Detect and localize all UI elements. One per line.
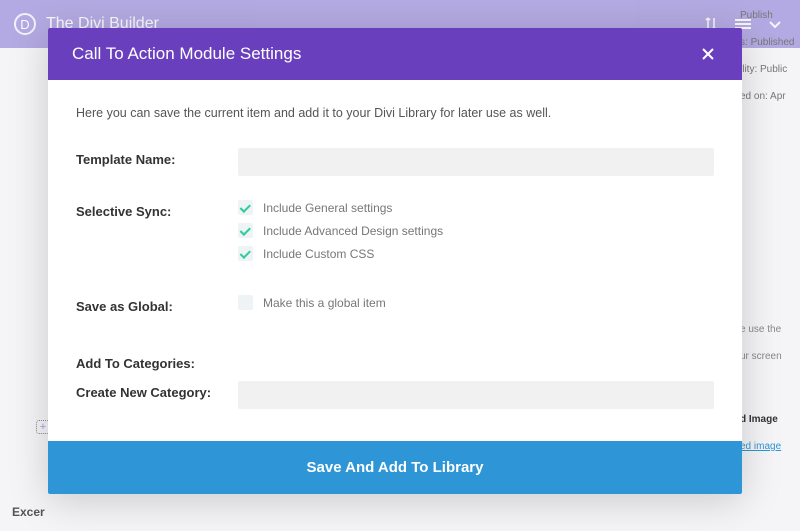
modal-header: Call To Action Module Settings bbox=[48, 28, 742, 80]
close-icon[interactable] bbox=[698, 44, 718, 64]
save-add-library-button[interactable]: Save And Add To Library bbox=[48, 441, 742, 494]
sync-option-label: Include Advanced Design settings bbox=[263, 224, 443, 238]
sync-option[interactable]: Include Advanced Design settings bbox=[238, 223, 714, 238]
save-global-label: Save as Global: bbox=[76, 295, 238, 314]
divi-logo-icon: D bbox=[14, 13, 36, 35]
checkbox-icon[interactable] bbox=[238, 246, 253, 261]
create-category-label: Create New Category: bbox=[76, 381, 238, 400]
template-name-input[interactable] bbox=[238, 148, 714, 176]
excerpt-label: Excer bbox=[12, 505, 45, 519]
sync-option-label: Include General settings bbox=[263, 201, 392, 215]
add-categories-label: Add To Categories: bbox=[76, 352, 238, 371]
sync-option[interactable]: Include General settings bbox=[238, 200, 714, 215]
module-settings-modal: Call To Action Module Settings Here you … bbox=[48, 28, 742, 494]
checkbox-icon[interactable] bbox=[238, 200, 253, 215]
checkbox-icon[interactable] bbox=[238, 223, 253, 238]
sidebar-meta: Publish s: Published ility: Public ed on… bbox=[740, 0, 800, 531]
global-option[interactable]: Make this a global item bbox=[238, 295, 714, 310]
modal-body: Here you can save the current item and a… bbox=[48, 80, 742, 441]
selective-sync-label: Selective Sync: bbox=[76, 200, 238, 219]
checkbox-icon[interactable] bbox=[238, 295, 253, 310]
modal-title: Call To Action Module Settings bbox=[72, 44, 698, 64]
global-option-label: Make this a global item bbox=[263, 296, 386, 310]
sync-option-label: Include Custom CSS bbox=[263, 247, 374, 261]
create-category-input[interactable] bbox=[238, 381, 714, 409]
selective-sync-group: Include General settings Include Advance… bbox=[238, 200, 714, 261]
template-name-label: Template Name: bbox=[76, 148, 238, 167]
modal-intro: Here you can save the current item and a… bbox=[76, 106, 714, 120]
sync-option[interactable]: Include Custom CSS bbox=[238, 246, 714, 261]
